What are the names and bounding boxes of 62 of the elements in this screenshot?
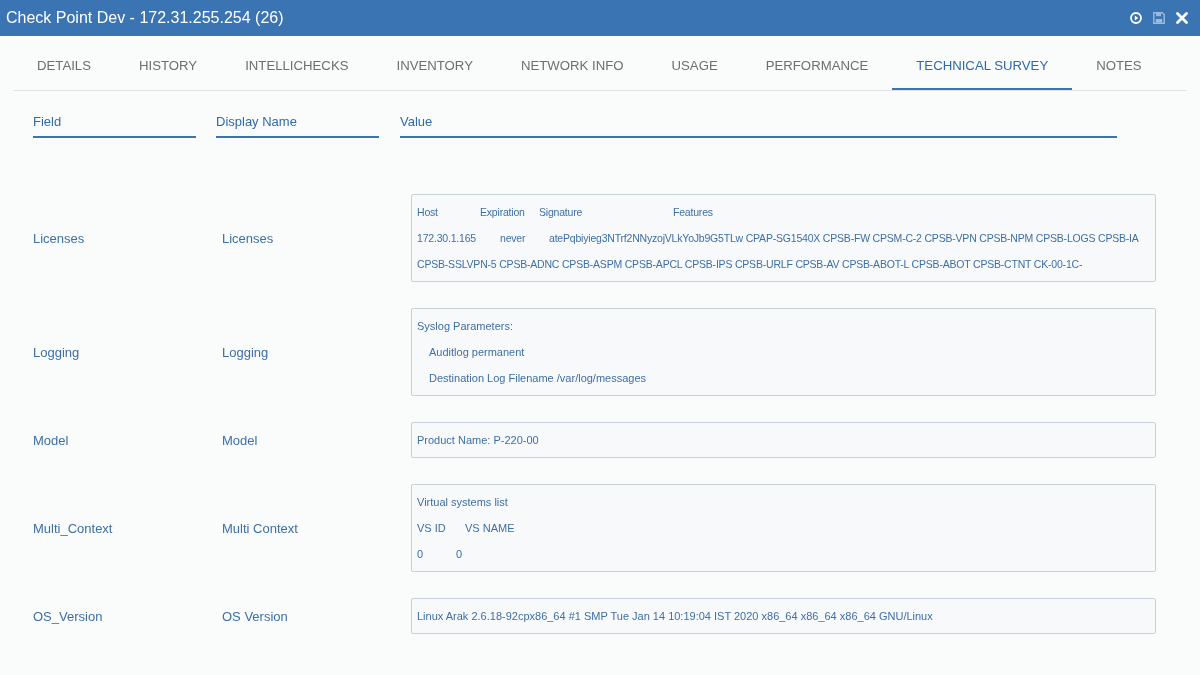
column-header: Field <box>33 114 196 138</box>
feature-text: CPSB-SSLVPN-5 <box>417 258 497 270</box>
feature-text: CPSB-CTNT <box>973 258 1032 270</box>
tab[interactable]: USAGE <box>647 46 742 90</box>
table-header: Expiration <box>480 205 526 220</box>
display-name: Logging <box>222 345 269 360</box>
feature-text: CPSB-APCL <box>624 258 683 270</box>
parameters-heading: Syslog Parameters: <box>417 319 514 334</box>
value-text: Linux Arak 2.6.18-92cpx86_64 #1 SMP Tue Jan 14 10:19:04 IST 2020 x86_64 x86_64 x86_64 GNU/Linux <box>417 609 934 624</box>
close-icon <box>1176 12 1188 24</box>
value-text: Product Name: P-220-00 <box>417 433 540 448</box>
feature-text: CPSB-AV <box>795 258 840 270</box>
feature-text: CPSB-ABOT <box>911 258 971 270</box>
feature-text: CPSB-FW <box>822 232 870 244</box>
table-header: Features <box>673 205 713 220</box>
table-cell-text: 0 <box>456 547 463 562</box>
feature-text: CPSB-URLF <box>734 258 793 270</box>
table-header: Host <box>417 205 439 220</box>
field-name: Logging <box>33 345 80 360</box>
feature-text: CPSB-ASPM <box>561 258 622 270</box>
tab[interactable]: TECHNICAL SURVEY <box>892 46 1073 90</box>
feature-text: CPSB-IA <box>1098 232 1139 244</box>
feature-text: CPSM-C-2 <box>872 232 922 244</box>
display-name: OS Version <box>222 609 288 624</box>
tab[interactable]: INTELLICHECKS <box>221 46 373 90</box>
play-circle-button[interactable] <box>1129 11 1143 25</box>
tab[interactable]: INVENTORY <box>372 46 497 90</box>
field-name: Multi_Context <box>33 521 113 536</box>
play-circle-icon <box>1130 12 1142 24</box>
tab[interactable]: NOTES <box>1072 46 1166 90</box>
display-name: Multi Context <box>222 521 298 536</box>
column-header: Display Name <box>216 114 379 138</box>
field-name: Model <box>33 433 69 448</box>
feature-text: CPSB-ADNC <box>499 258 560 270</box>
feature-text: CPSB-LOGS <box>1035 232 1096 244</box>
tab[interactable]: PERFORMANCE <box>741 46 893 90</box>
signature-text: atePqbiyieg3NTrf2NNyzojVLkYoJb9G5TLw <box>549 232 743 244</box>
display-name: Model <box>222 433 258 448</box>
list-heading: Virtual systems list <box>417 495 509 510</box>
parameter-text: Destination Log Filename /var/log/messages <box>428 371 648 386</box>
close-button[interactable] <box>1175 11 1189 25</box>
feature-text: CK-00-1C- <box>1033 258 1083 270</box>
column-header: Value <box>400 114 1117 138</box>
field-name: Licenses <box>33 231 85 246</box>
field-name: OS_Version <box>33 609 103 624</box>
tab[interactable]: HISTORY <box>115 46 222 90</box>
feature-text: CPSB-VPN <box>924 232 977 244</box>
table-header: Signature <box>539 205 584 220</box>
display-name: Licenses <box>222 231 274 246</box>
feature-text: CPSB-NPM <box>979 232 1034 244</box>
table-header: VS NAME <box>465 521 515 536</box>
table-header: VS ID <box>417 521 447 536</box>
feature-text: CPSB-IPS <box>684 258 733 270</box>
parameter-text: Auditlog permanent <box>428 345 526 360</box>
tab[interactable]: NETWORK INFO <box>496 46 648 90</box>
feature-text: CPAP-SG1540X <box>745 232 821 244</box>
feature-text: CPSB-ABOT-L <box>842 258 909 270</box>
window-title: Check Point Dev - 172.31.255.254 (26) <box>6 8 285 28</box>
tab[interactable]: DETAILS <box>13 46 115 90</box>
host-text: 172.30.1.165 <box>417 231 477 246</box>
expiration-text: never <box>500 231 527 246</box>
table-cell-text: 0 <box>417 547 425 562</box>
